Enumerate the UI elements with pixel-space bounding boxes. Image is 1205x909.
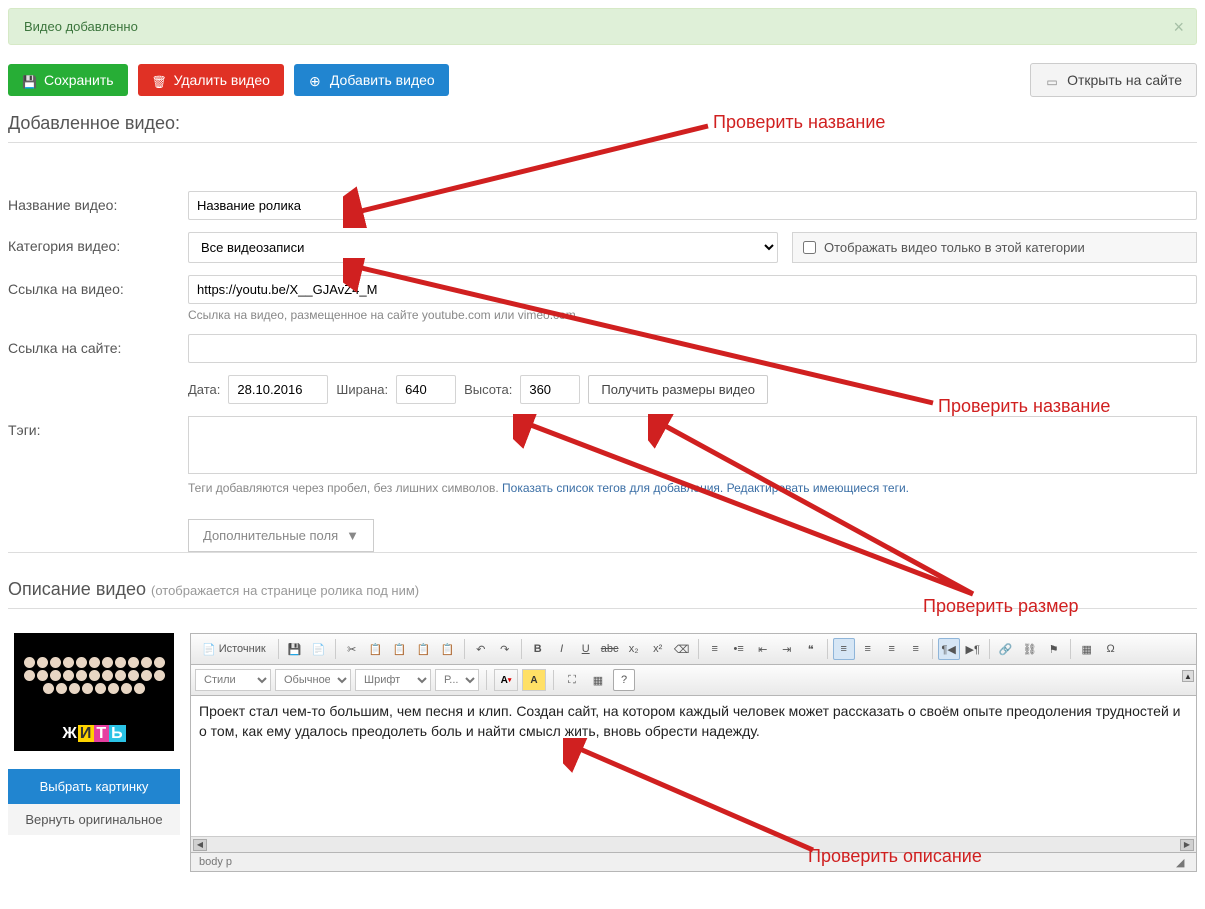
align-justify-button[interactable]: ≡ [905,638,927,660]
maximize-button[interactable]: ⛶ [561,669,583,691]
only-category-checkbox-wrap[interactable]: Отображать видео только в этой категории [792,232,1197,263]
add-video-button[interactable]: Добавить видео [294,64,449,96]
trash-icon [152,73,166,87]
label-date: Дата: [188,382,220,397]
rich-text-editor: 📄 Источник 💾 📄 ✂ 📋 📋 📋 📋 ↶ ↷ B I U abc x… [190,633,1197,872]
source-button[interactable]: 📄 Источник [195,638,273,660]
indent-button[interactable]: ⇥ [776,638,798,660]
align-right-button[interactable]: ≡ [881,638,903,660]
video-category-select[interactable]: Все видеозаписи [188,232,778,263]
alert-text: Видео добавленно [24,19,138,34]
editor-elements-path[interactable]: body p [199,856,232,868]
plus-icon [308,73,322,87]
success-alert: Видео добавленно × [8,8,1197,45]
save-button[interactable]: Сохранить [8,64,128,96]
height-input[interactable] [520,375,580,404]
about-button[interactable]: ? [613,669,635,691]
video-link-hint: Ссылка на видео, размещенное на сайте yo… [188,308,1197,322]
width-input[interactable] [396,375,456,404]
edit-tags-link[interactable]: Редактировать имеющиеся теги. [727,481,909,495]
italic-button[interactable]: I [551,638,573,660]
editor-toolbar-row1: 📄 Источник 💾 📄 ✂ 📋 📋 📋 📋 ↶ ↷ B I U abc x… [191,634,1196,665]
choose-image-button[interactable]: Выбрать картинку [8,769,180,804]
bold-button[interactable]: B [527,638,549,660]
label-width: Ширана: [336,382,388,397]
underline-button[interactable]: U [575,638,597,660]
label-video-link: Ссылка на видео: [8,275,188,297]
text-color-button[interactable]: A▾ [494,669,518,691]
paste-button[interactable]: 📋 [389,638,411,660]
get-video-size-button[interactable]: Получить размеры видео [588,375,768,404]
site-link-input[interactable] [188,334,1197,363]
font-select[interactable]: Шрифт [355,669,431,691]
tags-input[interactable] [188,416,1197,474]
blockquote-button[interactable]: ❝ [800,638,822,660]
only-category-checkbox[interactable] [803,241,816,254]
remove-format-button[interactable]: ⌫ [671,638,693,660]
superscript-button[interactable]: x² [647,638,669,660]
numbered-list-button[interactable]: ≡ [704,638,726,660]
editor-toolbar-row2: Стили Обычное Шрифт Р... A▾ A ⛶ ▦ ? [191,665,1196,696]
table-button[interactable]: ▦ [1076,638,1098,660]
show-tags-link[interactable]: Показать список тегов для добавления. [502,481,723,495]
align-center-button[interactable]: ≡ [857,638,879,660]
styles-select[interactable]: Стили [195,669,271,691]
window-icon [1045,73,1059,87]
subscript-button[interactable]: x₂ [623,638,645,660]
save-icon [22,73,36,87]
save-icon-button[interactable]: 💾 [284,638,306,660]
label-video-category: Категория видео: [8,232,188,254]
label-tags: Тэги: [8,416,188,438]
open-on-site-button[interactable]: Открыть на сайте [1030,63,1197,97]
label-video-title: Название видео: [8,191,188,213]
size-select[interactable]: Р... [435,669,479,691]
undo-button[interactable]: ↶ [470,638,492,660]
show-blocks-button[interactable]: ▦ [587,669,609,691]
paste-word-button[interactable]: 📋 [437,638,459,660]
delete-video-button[interactable]: Удалить видео [138,64,284,96]
editor-content-area[interactable]: Проект стал чем-то большим, чем песня и … [191,696,1196,836]
strike-button[interactable]: abc [599,638,621,660]
label-height: Высота: [464,382,512,397]
ltr-button[interactable]: ¶◀ [938,638,960,660]
rtl-button[interactable]: ▶¶ [962,638,984,660]
toolbar-collapse-button[interactable]: ▲ [1182,670,1194,682]
outdent-button[interactable]: ⇤ [752,638,774,660]
copy-button[interactable]: 📋 [365,638,387,660]
editor-resize-handle[interactable]: ◢ [1176,856,1188,868]
date-input[interactable] [228,375,328,404]
video-link-input[interactable] [188,275,1197,304]
triangle-down-icon: ▼ [346,528,359,543]
paste-text-button[interactable]: 📋 [413,638,435,660]
unlink-button[interactable]: ⛓ [1019,638,1041,660]
editor-horizontal-scrollbar[interactable]: ◀▶ [191,836,1196,852]
close-icon[interactable]: × [1173,17,1184,38]
cut-button[interactable]: ✂ [341,638,363,660]
redo-button[interactable]: ↷ [494,638,516,660]
video-thumbnail: ЖИТЬ [14,633,174,751]
section-description-title: Описание видео (отображается на странице… [8,579,1197,609]
video-title-input[interactable] [188,191,1197,220]
align-left-button[interactable]: ≡ [833,638,855,660]
anchor-button[interactable]: ⚑ [1043,638,1065,660]
new-page-button[interactable]: 📄 [308,638,330,660]
bg-color-button[interactable]: A [522,669,546,691]
bulleted-list-button[interactable]: •≡ [728,638,750,660]
special-char-button[interactable]: Ω [1100,638,1122,660]
extra-fields-button[interactable]: Дополнительные поля▼ [188,519,374,552]
section-added-video-title: Добавленное видео: [8,113,1197,143]
link-button[interactable]: 🔗 [995,638,1017,660]
format-select[interactable]: Обычное [275,669,351,691]
label-site-link: Ссылка на сайте: [8,334,188,356]
revert-image-button[interactable]: Вернуть оригинальное [8,804,180,835]
tags-hint: Теги добавляются через пробел, без лишни… [188,481,1197,495]
